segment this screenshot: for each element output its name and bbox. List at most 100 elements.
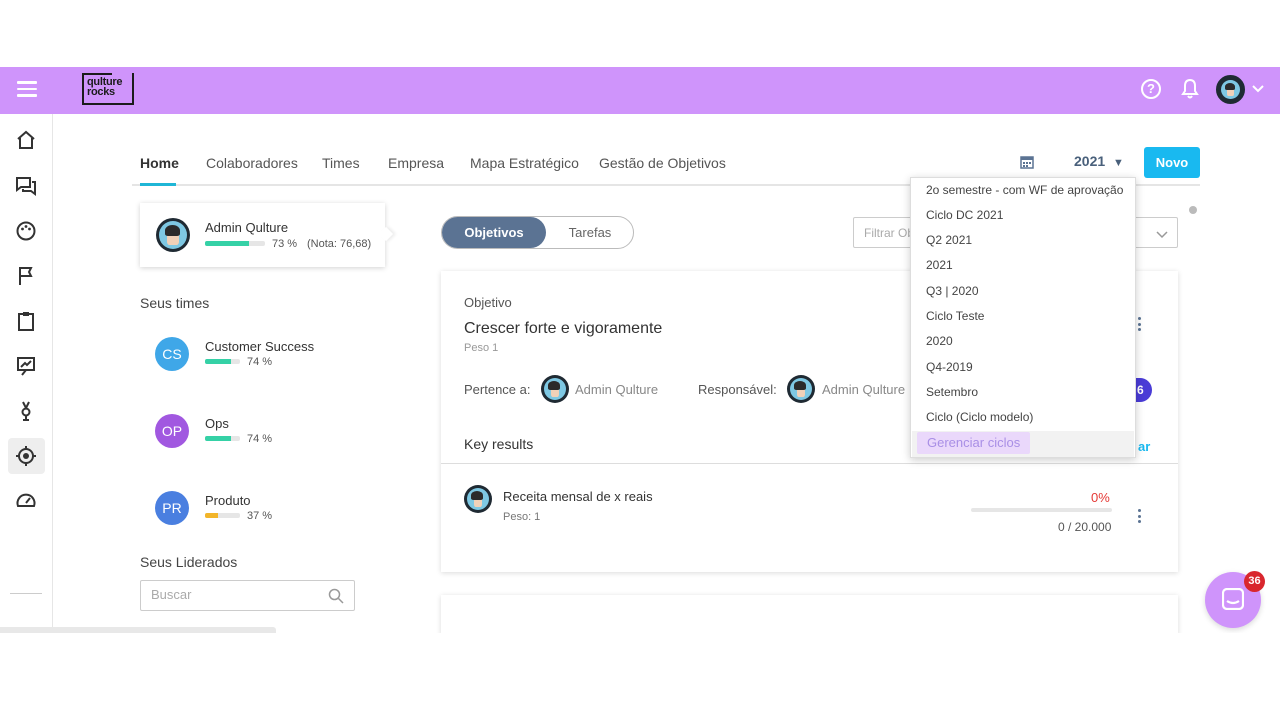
belongs-name[interactable]: Admin Qulture [575, 382, 658, 397]
chat-unread-badge: 36 [1244, 571, 1265, 592]
hamburger-menu-icon[interactable] [17, 81, 37, 97]
chat-icon[interactable] [14, 174, 38, 198]
sidebar-divider [10, 593, 42, 594]
led-section-title: Seus Liderados [140, 554, 238, 570]
active-tab-underline [140, 183, 176, 186]
responsible-label: Responsável: [698, 382, 777, 397]
cycle-option[interactable]: Ciclo DC 2021 [911, 203, 1135, 228]
caret-down-icon: ▼ [1113, 157, 1124, 169]
cycle-option[interactable]: Ciclo (Ciclo modelo) [911, 405, 1135, 430]
search-icon[interactable] [328, 588, 344, 604]
team-progress-text: 74 % [247, 433, 273, 445]
team-badge: CS [155, 337, 189, 371]
filter-placeholder: Filtrar Ob [864, 226, 915, 240]
flag-icon[interactable] [14, 264, 38, 288]
scroll-indicator [1189, 206, 1197, 214]
user-summary-card[interactable]: Admin Qulture 73 % (Nota: 76,68) [140, 203, 385, 267]
responsible-name[interactable]: Admin Qulture [822, 382, 905, 397]
collaborators-chip[interactable]: 6 [1136, 378, 1152, 402]
objective-label: Objetivo [464, 295, 512, 310]
manage-cycles-button[interactable]: Gerenciar ciclos [917, 432, 1031, 454]
user-score: (Nota: 76,68) [307, 238, 372, 250]
manage-cycles-row: Gerenciar ciclos [912, 431, 1134, 457]
teams-section-title: Seus times [140, 295, 210, 311]
avatar [541, 375, 569, 403]
key-result-value: 0 / 20.000 [1058, 520, 1112, 534]
key-result-percent: 0% [1091, 490, 1110, 505]
new-button[interactable]: Novo [1144, 147, 1200, 178]
team-progress-text: 74 % [247, 356, 273, 368]
browser-status-bar [0, 627, 276, 633]
cycle-dropdown: 2o semestre - com WF de aprovação Ciclo … [910, 177, 1136, 458]
user-name: Admin Qulture [205, 220, 289, 235]
objective-more-icon[interactable] [1136, 317, 1142, 333]
tab-colaboradores[interactable]: Colaboradores [206, 155, 298, 171]
user-progress-fill [205, 241, 249, 246]
palette-icon[interactable] [14, 219, 38, 243]
key-result-progress-bar [971, 508, 1112, 512]
objective-card-next [441, 595, 1178, 633]
cycle-year-value: 2021 [1074, 153, 1106, 169]
speedometer-icon[interactable] [14, 489, 38, 513]
team-row-customer-success[interactable]: CS Customer Success 74 % [155, 337, 375, 373]
cycle-option[interactable]: 2o semestre - com WF de aprovação [911, 178, 1135, 203]
cycle-option[interactable]: Ciclo Teste [911, 304, 1135, 329]
sidebar [0, 114, 53, 633]
target-icon[interactable] [8, 438, 45, 474]
toggle-objetivos[interactable]: Objetivos [442, 217, 546, 248]
team-badge: OP [155, 414, 189, 448]
key-results-action-link[interactable]: ar [1138, 439, 1150, 454]
tab-empresa[interactable]: Empresa [388, 155, 444, 171]
team-progress-fill [205, 513, 218, 518]
avatar [464, 485, 492, 513]
team-name: Produto [205, 493, 251, 508]
cycle-option[interactable]: 2020 [911, 329, 1135, 354]
chevron-down-icon [1156, 231, 1168, 239]
cycle-option[interactable]: Q3 | 2020 [911, 279, 1135, 304]
award-icon[interactable] [14, 399, 38, 423]
presentation-icon[interactable] [14, 354, 38, 378]
key-results-title: Key results [464, 436, 534, 452]
bell-icon[interactable] [1181, 78, 1199, 100]
key-result-weight: Peso: 1 [503, 511, 541, 523]
chat-bubble-icon [1222, 588, 1244, 610]
avatar [787, 375, 815, 403]
objective-title[interactable]: Crescer forte e vigoramente [464, 320, 662, 338]
tab-gestao-de-objetivos[interactable]: Gestão de Objetivos [599, 155, 726, 171]
team-name: Ops [205, 416, 229, 431]
team-row-ops[interactable]: OP Ops 74 % [155, 414, 375, 450]
calendar-icon [1020, 156, 1034, 169]
toggle-tarefas[interactable]: Tarefas [546, 217, 634, 248]
cycle-option[interactable]: Setembro [911, 380, 1135, 405]
tab-home[interactable]: Home [140, 155, 179, 171]
tab-times[interactable]: Times [322, 155, 360, 171]
led-search-input[interactable] [151, 587, 321, 602]
team-progress-bar [205, 513, 240, 518]
led-search-box [140, 580, 355, 611]
cycle-option[interactable]: Q2 2021 [911, 228, 1135, 253]
cycle-option[interactable]: Q4-2019 [911, 355, 1135, 380]
user-progress-text: 73 % [272, 238, 298, 250]
logo-line-2: rocks [87, 86, 115, 98]
team-row-produto[interactable]: PR Produto 37 % [155, 491, 375, 527]
home-icon[interactable] [14, 128, 38, 152]
key-result-name[interactable]: Receita mensal de x reais [503, 489, 653, 504]
help-icon[interactable]: ? [1141, 79, 1161, 99]
clipboard-icon[interactable] [14, 309, 38, 333]
qulture-rocks-logo[interactable]: qulture rocks [82, 73, 134, 105]
user-progress-bar [205, 241, 265, 246]
user-avatar-top[interactable] [1216, 75, 1245, 104]
key-result-more-icon[interactable] [1136, 509, 1142, 525]
chevron-down-icon[interactable] [1251, 82, 1265, 96]
cycle-year-select[interactable]: 2021 ▼ [1074, 153, 1124, 169]
key-results-divider [441, 463, 1178, 464]
tab-mapa-estrategico[interactable]: Mapa Estratégico [470, 155, 579, 171]
app-window: qulture rocks ? Home Colaboradores Times… [0, 67, 1280, 633]
team-progress-bar [205, 436, 240, 441]
cycle-option[interactable]: 2021 [911, 253, 1135, 278]
team-progress-fill [205, 359, 231, 364]
top-bar: qulture rocks ? [0, 67, 1280, 114]
team-badge: PR [155, 491, 189, 525]
objective-weight: Peso 1 [464, 342, 499, 354]
team-progress-text: 37 % [247, 510, 273, 522]
